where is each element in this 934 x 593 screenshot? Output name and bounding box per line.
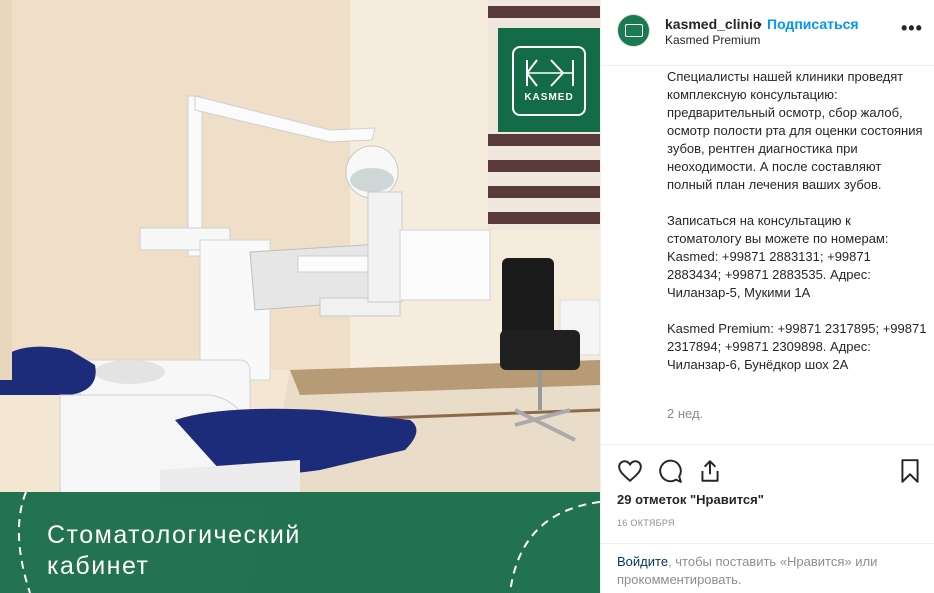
kasmed-logo: KASMED xyxy=(498,28,600,132)
login-prompt: Войдите, чтобы поставить «Нравится» или … xyxy=(601,543,934,593)
separator-dot: • xyxy=(757,16,762,32)
more-options-icon[interactable]: ••• xyxy=(901,18,923,39)
location-link[interactable]: Kasmed Premium xyxy=(665,33,760,47)
image-caption-line1: Стоматологический xyxy=(47,521,301,549)
post-image[interactable]: KASMED Стоматологический кабинет xyxy=(0,0,600,593)
post-header: kasmed_clinic • Подписаться Kasmed Premi… xyxy=(601,0,934,66)
post-sidebar: kasmed_clinic • Подписаться Kasmed Premi… xyxy=(600,0,934,593)
image-caption-line2: кабинет xyxy=(47,552,150,580)
image-caption: Стоматологический кабинет xyxy=(47,520,301,582)
time-ago[interactable]: 2 нед. xyxy=(667,406,703,421)
post-caption: Специалисты нашей клиники проведят компл… xyxy=(667,68,927,392)
login-link[interactable]: Войдите xyxy=(617,554,668,569)
comment-icon[interactable] xyxy=(657,458,683,484)
username-link[interactable]: kasmed_clinic xyxy=(665,16,761,32)
likes-count[interactable]: 29 отметок "Нравится" xyxy=(617,492,764,507)
logo-text: KASMED xyxy=(524,92,574,103)
post-date[interactable]: 16 ОКТЯБРЯ xyxy=(617,518,675,528)
avatar-logo-icon xyxy=(625,24,643,37)
share-icon[interactable] xyxy=(697,458,723,484)
heart-icon[interactable] xyxy=(617,458,643,484)
post-actions: 29 отметок "Нравится" 16 ОКТЯБРЯ Войдите… xyxy=(601,444,934,593)
avatar[interactable] xyxy=(617,14,650,47)
bookmark-icon[interactable] xyxy=(897,458,923,484)
caption-paragraph-1: Специалисты нашей клиники проведят компл… xyxy=(667,69,923,192)
caption-paragraph-3: Kasmed Premium: +99871 2317895; +99871 2… xyxy=(667,321,927,372)
logo-frame-icon xyxy=(512,46,586,116)
caption-paragraph-2: Записаться на консультацию к стоматологу… xyxy=(667,213,889,300)
follow-button[interactable]: Подписаться xyxy=(767,16,859,32)
